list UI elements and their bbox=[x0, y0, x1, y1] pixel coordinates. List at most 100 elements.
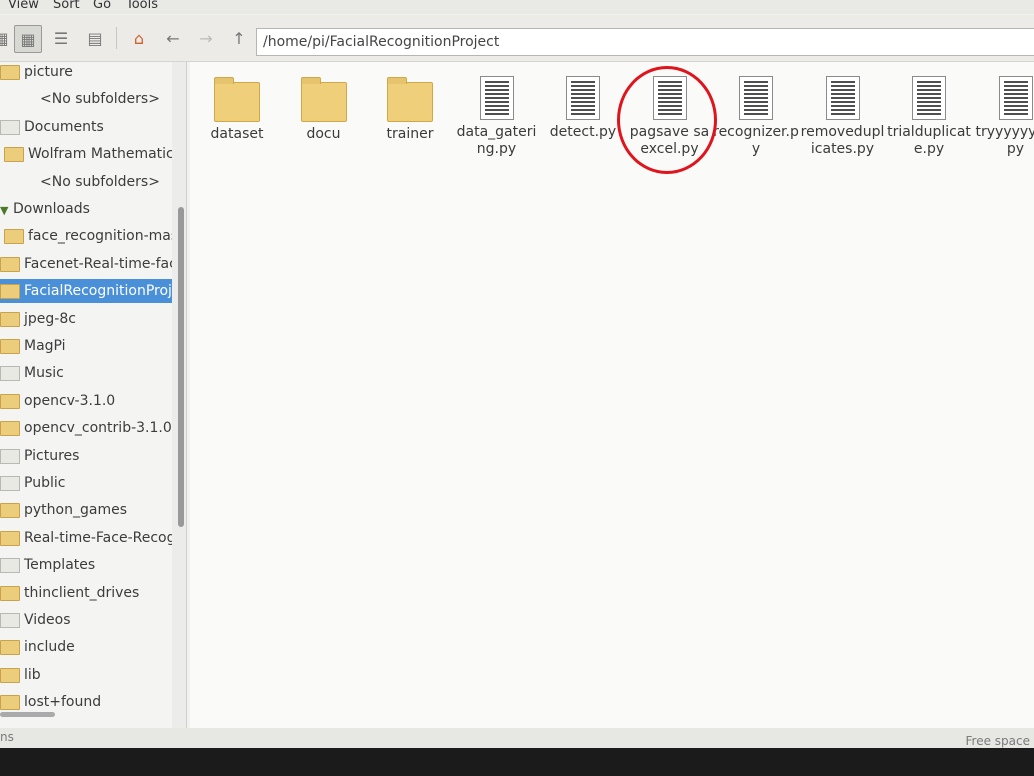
home-icon[interactable]: ⌂ bbox=[126, 25, 152, 51]
folder-icon bbox=[0, 64, 20, 80]
sidebar-item-label: Documents bbox=[24, 119, 104, 135]
folder-icon bbox=[0, 338, 20, 354]
sidebar-item-label: jpeg-8c bbox=[24, 311, 76, 327]
sidebar-item[interactable]: lost+found bbox=[0, 690, 170, 714]
no-subfolders-note: <No subfolders> bbox=[40, 170, 186, 194]
sidebar-scroll-thumb[interactable] bbox=[178, 207, 184, 527]
folder-icon bbox=[0, 502, 20, 518]
sidebar-item-label: python_games bbox=[24, 502, 127, 518]
detailed-view-icon[interactable]: ▤ bbox=[82, 25, 108, 51]
sidebar-item[interactable]: Music bbox=[0, 361, 170, 385]
file-name-label: trainer bbox=[386, 126, 434, 142]
folder-icon bbox=[4, 228, 24, 244]
icon-view-icon[interactable]: ▦ bbox=[14, 25, 42, 53]
file-item[interactable]: removeduplicates.py bbox=[800, 76, 886, 158]
file-item[interactable]: data_gatering.py bbox=[454, 76, 540, 158]
sidebar-item-label: Templates bbox=[24, 557, 96, 573]
status-left: ns bbox=[0, 730, 14, 744]
file-name-label: dataset bbox=[210, 126, 264, 142]
sidebar-tree: picture <No subfolders> Documents Wolfram M… bbox=[0, 62, 187, 728]
folder-icon bbox=[387, 77, 433, 122]
sidebar-item[interactable]: face_recognition-mast bbox=[4, 224, 184, 248]
sidebar-item[interactable]: lib bbox=[0, 663, 170, 687]
sidebar-item-label: Public bbox=[24, 475, 66, 491]
path-bar[interactable]: /home/pi/FacialRecognitionProject bbox=[256, 28, 1034, 56]
file-item[interactable]: trialduplicate.py bbox=[886, 76, 972, 158]
menu-view[interactable]: View bbox=[8, 0, 39, 11]
sidebar-item[interactable]: Wolfram Mathematica bbox=[4, 142, 182, 166]
folder-icon bbox=[0, 448, 20, 464]
expand-arrow-icon[interactable]: ▼ bbox=[0, 204, 10, 217]
sidebar-item[interactable]: Documents bbox=[0, 115, 170, 139]
file-manager-window: View Sort Go Tools ▦ ▦ ☰ ▤ ⌂ ← → ↑ /home… bbox=[0, 0, 1034, 748]
folder-icon bbox=[0, 557, 20, 573]
forward-icon[interactable]: → bbox=[193, 25, 219, 51]
file-item[interactable]: recognizer.py bbox=[713, 76, 799, 158]
sidebar-item-label: Wolfram Mathematica bbox=[28, 146, 183, 162]
sidebar-item-label: Real-time-Face-Recogni bbox=[24, 530, 187, 546]
status-bar: ns Free space bbox=[0, 728, 1034, 748]
file-name-label: removeduplicates.py bbox=[800, 124, 885, 157]
sidebar-item[interactable]: Facenet-Real-time-face- bbox=[0, 252, 186, 276]
menu-sort[interactable]: Sort bbox=[53, 0, 80, 11]
folder-item[interactable]: docu bbox=[281, 76, 367, 143]
file-name-label: docu bbox=[306, 126, 341, 142]
list-view-icon[interactable]: ▦ bbox=[0, 25, 14, 51]
sidebar-item[interactable]: opencv-3.1.0 bbox=[0, 389, 170, 413]
free-space-label: Free space bbox=[965, 734, 1030, 748]
sidebar-item-label: MagPi bbox=[24, 338, 66, 354]
menu-tools[interactable]: Tools bbox=[126, 0, 158, 11]
toolbar-separator bbox=[116, 27, 117, 49]
sidebar-item[interactable]: picture bbox=[0, 62, 170, 84]
file-item[interactable]: tryyyyyyyy.py bbox=[973, 76, 1034, 158]
sidebar-item[interactable]: include bbox=[0, 635, 170, 659]
file-name-label: tryyyyyyyy.py bbox=[975, 124, 1034, 157]
sidebar-item-label: lost+found bbox=[24, 694, 102, 710]
folder-icon bbox=[0, 667, 20, 683]
sidebar-item[interactable]: opencv_contrib-3.1.0 bbox=[0, 416, 172, 440]
sidebar-item[interactable]: FacialRecognitionProjec bbox=[0, 279, 186, 303]
folder-item[interactable]: trainer bbox=[367, 76, 453, 143]
folder-icon bbox=[0, 365, 20, 381]
folder-icon bbox=[0, 256, 20, 272]
file-view: dataset docu trainer data_gatering.py detect… bbox=[190, 62, 1034, 728]
sidebar-item-label: lib bbox=[24, 667, 41, 683]
folder-icon bbox=[214, 77, 260, 122]
back-icon[interactable]: ← bbox=[160, 25, 186, 51]
folder-icon bbox=[0, 475, 20, 491]
folder-item[interactable]: dataset bbox=[194, 76, 280, 143]
sidebar-item[interactable]: jpeg-8c bbox=[0, 307, 170, 331]
sidebar-item[interactable]: thinclient_drives bbox=[0, 581, 170, 605]
sidebar-item[interactable]: Templates bbox=[0, 553, 170, 577]
no-subfolders-note: <No subfolders> bbox=[40, 87, 186, 111]
sidebar-item[interactable]: MagPi bbox=[0, 334, 170, 358]
folder-icon bbox=[0, 283, 20, 299]
python-file-icon bbox=[998, 76, 1033, 120]
file-name-label: recognizer.py bbox=[713, 124, 799, 157]
sidebar-item[interactable]: Public bbox=[0, 471, 170, 495]
toolbar: ▦ ▦ ☰ ▤ ⌂ ← → ↑ /home/pi/FacialRecogniti… bbox=[0, 15, 1034, 62]
highlight-circle bbox=[617, 66, 717, 174]
sidebar-item-label: face_recognition-mast bbox=[28, 228, 184, 244]
folder-icon bbox=[0, 420, 20, 436]
sidebar-item-label: thinclient_drives bbox=[24, 585, 140, 601]
file-name-label: trialduplicate.py bbox=[887, 124, 971, 157]
sidebar-item[interactable]: Real-time-Face-Recogni bbox=[0, 526, 186, 550]
sidebar-item-label: include bbox=[24, 639, 75, 655]
folder-icon bbox=[0, 639, 20, 655]
folder-icon bbox=[0, 612, 20, 628]
python-file-icon bbox=[825, 76, 860, 120]
sidebar-item[interactable]: ▼ Downloads bbox=[0, 197, 170, 221]
file-item[interactable]: detect.py bbox=[540, 76, 626, 141]
sidebar-item[interactable]: Videos bbox=[0, 608, 170, 632]
menu-bar: View Sort Go Tools bbox=[0, 0, 1034, 14]
sidebar-item-label: Videos bbox=[24, 612, 71, 628]
compact-view-icon[interactable]: ☰ bbox=[48, 25, 74, 51]
python-file-icon bbox=[912, 76, 946, 120]
sidebar-item-label: Music bbox=[24, 365, 64, 381]
up-icon[interactable]: ↑ bbox=[226, 25, 252, 51]
menu-go[interactable]: Go bbox=[93, 0, 111, 11]
sidebar-hscroll-thumb[interactable] bbox=[0, 712, 55, 717]
sidebar-item[interactable]: Pictures bbox=[0, 444, 170, 468]
sidebar-item[interactable]: python_games bbox=[0, 498, 170, 522]
